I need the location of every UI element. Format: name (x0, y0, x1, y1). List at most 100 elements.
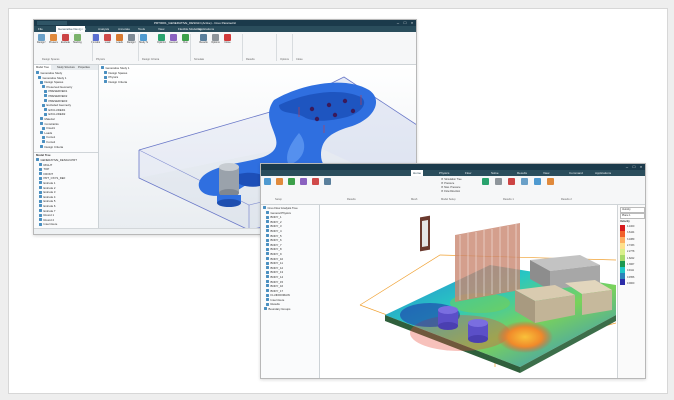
tree-node-icon (266, 298, 269, 302)
button-label: Design Space (37, 41, 46, 44)
left-panel: Model Tree Study Structure Properties Gene… (34, 65, 99, 234)
tree-item-label: Loads (44, 130, 53, 135)
button-label: Load (104, 41, 111, 44)
tree-node-icon (266, 289, 269, 293)
tree-item-label: GENERATIVE_DESIGN.PRT (40, 158, 77, 162)
group-separator (276, 34, 277, 61)
model-tree: GENERATIVE_DESIGN.PRT RIGHT TOP FRONT PRT_CS… (36, 158, 97, 227)
starting-geometry-icon (74, 34, 81, 41)
ribbon-tool-button[interactable] (494, 178, 503, 192)
tool-icon (547, 178, 554, 185)
group-separator (242, 34, 243, 61)
simulation-viewport[interactable] (320, 205, 616, 378)
optimize-button[interactable]: Optimize (157, 34, 166, 48)
heatsink-fins (455, 223, 520, 302)
button-label: Geometry (169, 41, 178, 44)
panel-tab-properties[interactable]: Properties (76, 65, 92, 70)
checklist-item[interactable]: ☑Flow Direction (441, 190, 471, 194)
ribbon-tool-button[interactable] (275, 178, 284, 192)
tree-node-icon (39, 204, 42, 208)
plane-select[interactable]: Plane 1 (620, 213, 645, 219)
checkbox-icon[interactable]: ☑ (441, 182, 443, 185)
panel-tab-model-tree[interactable]: Model Tree (34, 65, 51, 70)
button-label: Run (183, 41, 188, 44)
tree-item-label: Round 1 (43, 213, 55, 218)
ribbon-tool-button[interactable] (481, 178, 490, 192)
tree-item[interactable]: Boundary Groups (263, 307, 318, 312)
design-criteria-button[interactable]: Design Criteria (127, 34, 136, 48)
tree-item-label: BODY_3 (270, 224, 282, 229)
panel-tab-study-structure[interactable]: Study Structure (55, 65, 77, 70)
tree-node-icon (266, 233, 269, 237)
tree-item-label: BODY_9 (270, 251, 282, 256)
tree-node-icon (39, 190, 42, 194)
tree-item-label: BODY_13 (270, 270, 284, 275)
tree-item-label: General Physics (270, 210, 291, 215)
load-button[interactable]: Load (103, 34, 112, 48)
tree-node-icon (39, 222, 42, 226)
ribbon-tool-button[interactable] (507, 178, 516, 192)
button-label: Optimize (157, 41, 166, 44)
tree-node-icon (266, 238, 269, 242)
close-button[interactable]: Close (223, 34, 232, 48)
study-settings-icon (140, 34, 147, 41)
ribbon-tool-button[interactable] (299, 178, 308, 192)
ribbon-group-label: Options (280, 58, 289, 61)
geometry-button[interactable]: Geometry (169, 34, 178, 48)
preserved-geometry-button[interactable]: Preserved Geometry (49, 34, 58, 48)
legend-values: 4.1000 3.6444 3.1889 2.7333 2.2778 1.8222 1.36… (627, 225, 645, 285)
ribbon-toolbar: Design SpacePreserved GeometryExcluded G… (34, 32, 416, 65)
tree-item-label: EXCLUDED2 (48, 112, 66, 117)
tool-icon (482, 178, 489, 185)
checklist-label: Max. Pressure (444, 186, 461, 189)
tree-item-label: Insert Here (270, 297, 285, 302)
ribbon-tool-button[interactable] (533, 178, 542, 192)
tree-item[interactable]: Design Criteria (36, 145, 97, 150)
tree-item-label: Creo Flow Analysis Tree (267, 206, 298, 210)
tree-node-icon (40, 144, 43, 148)
tree-item[interactable]: Insert Here (36, 222, 97, 227)
run-button[interactable]: Run (181, 34, 190, 48)
color-legend-bar (620, 225, 625, 285)
checkbox-icon[interactable]: ☑ (441, 190, 443, 193)
study-settings-button[interactable]: Study Settings (139, 34, 148, 48)
tool-icon (495, 178, 502, 185)
ribbon-tool-button[interactable] (287, 178, 296, 192)
tree-node-icon (39, 185, 42, 189)
tree-item-label: Insert Here (43, 222, 58, 227)
ribbon-group-label: Design Criteria (142, 58, 160, 61)
design-space-button[interactable]: Design Space (37, 34, 46, 48)
design-criteria-icon (128, 34, 135, 41)
legend-value: 0.9111 (627, 269, 634, 273)
checkbox-icon[interactable]: ☑ (441, 186, 443, 189)
tree-item-label: Results (270, 302, 280, 307)
button-label: Excluded Geometry (61, 41, 70, 44)
tree-node-icon (39, 208, 42, 212)
ribbon-tool-button[interactable] (323, 178, 332, 192)
tree-node-icon (266, 261, 269, 265)
tree-node-icon (266, 215, 269, 219)
ribbon-tool-button[interactable] (546, 178, 555, 192)
tree-node-icon (266, 210, 269, 214)
run-icon (182, 34, 189, 41)
ribbon-tool-button[interactable] (311, 178, 320, 192)
ribbon-toolbar: ☑Simulation Tree ☑Pressure ☑Max. Pressure ☑… (261, 176, 645, 205)
options-button[interactable]: Options (211, 34, 220, 48)
loads-button[interactable]: Loads (115, 34, 124, 48)
tool-icon (508, 178, 515, 185)
results-button[interactable]: Results (199, 34, 208, 48)
ribbon-tool-button[interactable] (263, 178, 272, 192)
group-separator (292, 34, 293, 61)
checkbox-icon[interactable]: ☑ (441, 178, 443, 181)
tree-node-icon (266, 252, 269, 256)
tree-node-icon (266, 266, 269, 270)
tree-item-label: PRESERVED3 (48, 98, 68, 103)
tree-item-label: Force2 (46, 139, 56, 144)
group-separator (92, 34, 93, 61)
ribbon-tool-button[interactable] (520, 178, 529, 192)
starting-geometry-button[interactable]: Starting Geometry (73, 34, 82, 48)
quick-access-toolbar[interactable] (37, 21, 67, 25)
tree-item-label: Excluded Geometry (46, 103, 72, 108)
tree-item-label: EXCLUDED1 (48, 107, 66, 112)
excluded-geometry-button[interactable]: Excluded Geometry (61, 34, 70, 48)
